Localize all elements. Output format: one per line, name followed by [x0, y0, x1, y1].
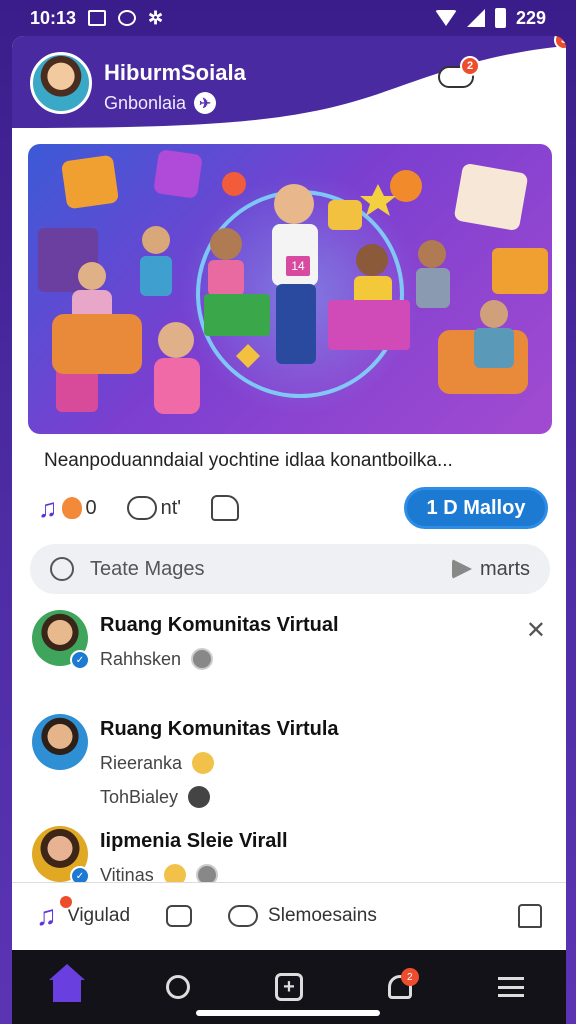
footer-action-bar: ♫ Vigulad Slemoesains	[12, 882, 566, 948]
hero-bubble-text: 14	[291, 259, 305, 273]
search-placeholder: Teate Mages	[90, 557, 205, 580]
app-subtitle: Gnbonlaia ✈	[104, 92, 217, 114]
chat-button[interactable]	[166, 904, 193, 927]
follow-button[interactable]: 1 D Malloy	[404, 487, 548, 529]
menu-icon	[497, 977, 524, 997]
profile-avatar[interactable]	[30, 52, 92, 114]
item-title[interactable]: Ruang Komunitas Virtual	[100, 614, 339, 637]
share-arrow-icon	[452, 559, 472, 579]
battery-level: 229	[515, 7, 546, 28]
clock: 10:13	[30, 7, 77, 28]
signal-icon	[466, 9, 485, 27]
plus-icon: +	[274, 973, 303, 1001]
nav-menu[interactable]	[486, 962, 536, 1012]
globe-icon	[191, 648, 214, 670]
wifi-icon	[434, 10, 457, 26]
home-indicator[interactable]	[196, 1010, 380, 1016]
fan-icon: ✲	[148, 7, 164, 28]
comment-label: nt'	[160, 496, 182, 519]
app-title: HiburmSoiala	[104, 60, 246, 85]
share-button[interactable]: marts	[452, 558, 530, 581]
search-icon	[166, 975, 191, 999]
box-icon	[88, 10, 107, 26]
bag-icon[interactable]	[518, 903, 542, 928]
emoji-icon	[192, 752, 215, 774]
battery-icon	[494, 8, 506, 28]
close-icon[interactable]: ✕	[526, 616, 546, 645]
nav-search[interactable]	[153, 962, 203, 1012]
main-card: HiburmSoiala Gnbonlaia ✈ 2 ↑ 3	[12, 36, 566, 950]
music-count: 0	[85, 496, 97, 519]
suggestion-list: ✓ Ruang Komunitas Virtual Rahhsken ✕ Rua…	[12, 604, 566, 924]
item-subtitle-secondary: TohBialey	[100, 786, 211, 808]
nav-home[interactable]	[42, 962, 92, 1012]
list-item[interactable]: ✓ Ruang Komunitas Virtual Rahhsken ✕	[12, 604, 566, 708]
item-subtitle: Rieeranka	[100, 752, 215, 774]
verified-icon: ✓	[70, 650, 90, 670]
notification-badge: 2	[400, 968, 419, 986]
item-subtitle-text: Rahhsken	[100, 648, 182, 669]
search-bar[interactable]: Teate Mages marts	[30, 544, 550, 594]
music-tab[interactable]: ♫ Vigulad	[36, 893, 131, 932]
status-left: 10:13 ✲	[30, 8, 163, 29]
nav-notifications[interactable]: 2	[375, 962, 425, 1012]
search-circle-icon	[50, 557, 74, 581]
cloud-notification-button[interactable]: 2	[436, 56, 480, 100]
compass-icon[interactable]: ✈	[194, 92, 217, 114]
status-bar: 10:13 ✲ 229	[0, 0, 576, 36]
hero-illustration: 14	[38, 150, 548, 414]
post-actions: ♫ 0 nt' 1 D Malloy	[38, 484, 548, 532]
nav-create[interactable]: +	[264, 962, 314, 1012]
music-badge	[58, 893, 74, 910]
emoji-icon	[188, 786, 211, 808]
share-label: marts	[480, 557, 530, 580]
chat-icon	[166, 904, 193, 927]
comment-button[interactable]: nt'	[126, 496, 182, 520]
fire-icon	[61, 497, 82, 519]
music-reaction[interactable]: ♫ 0	[38, 493, 97, 524]
music-note-icon: ♫	[36, 893, 74, 932]
post-hero-image[interactable]: 14	[28, 144, 552, 434]
circle-icon	[118, 10, 137, 26]
comments-label: Slemoesains	[268, 904, 377, 926]
music-tab-label: Vigulad	[67, 904, 131, 926]
status-right: 229	[434, 7, 546, 29]
comment-bubble-icon	[228, 904, 259, 927]
comment-bubble-icon	[126, 496, 157, 520]
comments-button[interactable]: Slemoesains	[228, 904, 377, 927]
cloud-badge: 2	[460, 56, 480, 76]
app-header: HiburmSoiala Gnbonlaia ✈ 2 ↑ 3	[12, 36, 566, 136]
like-button[interactable]	[211, 495, 240, 521]
item-title[interactable]: Iipmenia Sleie Virall	[100, 830, 288, 853]
header-wave-bg	[12, 36, 566, 128]
list-item[interactable]: Ruang Komunitas Virtula Rieeranka TohBia…	[12, 708, 566, 820]
avatar[interactable]	[32, 714, 88, 770]
subtitle-text: Gnbonlaia	[104, 92, 187, 113]
item-subtitle: Rahhsken	[100, 648, 214, 670]
thumbs-up-icon	[211, 495, 240, 521]
post-caption: Neanpoduanndaial yochtine idlaa konantbo…	[44, 450, 453, 471]
music-note-icon: ♫	[38, 492, 58, 523]
item-title[interactable]: Ruang Komunitas Virtula	[100, 718, 339, 741]
item-subtitle-text: Rieeranka	[100, 752, 183, 773]
home-icon	[49, 964, 86, 1002]
item-subtitle-secondary-text: TohBialey	[100, 786, 179, 807]
